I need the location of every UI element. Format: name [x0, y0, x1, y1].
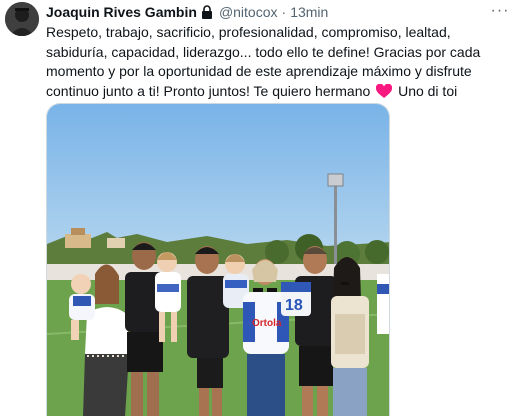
- tweet-text: Respeto, trabajo, sacrificio, profesiona…: [46, 23, 514, 104]
- more-icon[interactable]: ···: [489, 2, 511, 20]
- heart-icon: [376, 83, 393, 105]
- avatar-image: [5, 2, 39, 36]
- tweet-header: Joaquin Rives Gambin @nitocox · 13min: [46, 3, 328, 21]
- tweet-photo[interactable]: Ortola 18: [46, 103, 390, 416]
- shirt-sponsor: Ortola: [252, 318, 282, 329]
- tweet-text-tail: Uno di toi: [398, 82, 458, 99]
- separator-dot: ·: [281, 4, 287, 20]
- team-group-photo: Ortola 18: [47, 104, 389, 416]
- tweet-timestamp[interactable]: 13min: [290, 4, 328, 20]
- lock-icon: [201, 5, 213, 19]
- jersey-number: 18: [285, 297, 303, 314]
- author-handle[interactable]: @nitocox: [219, 4, 278, 20]
- author-name[interactable]: Joaquin Rives Gambin: [46, 4, 197, 20]
- tweet-avatar[interactable]: [5, 2, 39, 36]
